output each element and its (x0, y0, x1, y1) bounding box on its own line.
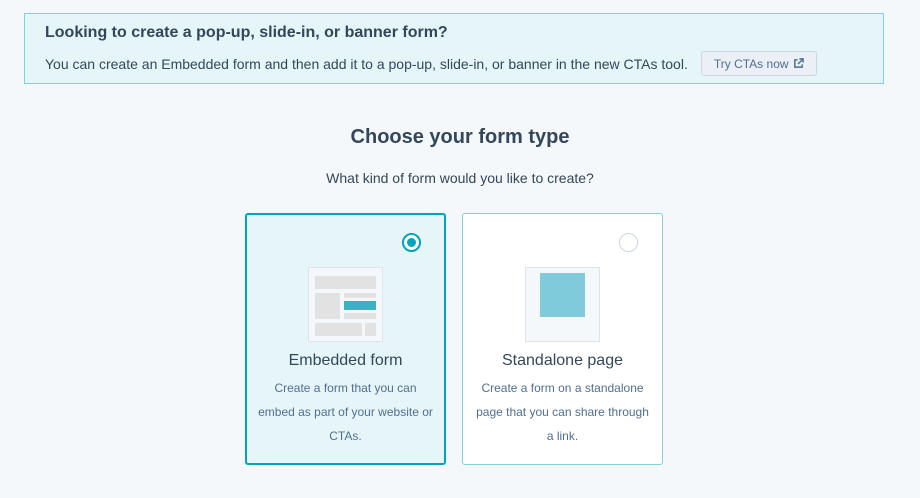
radio-selected-dot (407, 238, 416, 247)
page-subtitle: What kind of form would you like to crea… (326, 170, 594, 186)
standalone-page-option[interactable]: Standalone page Create a form on a stand… (462, 213, 663, 465)
standalone-page-description: Create a form on a standalone page that … (476, 381, 649, 443)
embedded-form-option[interactable]: Embedded form Create a form that you can… (245, 213, 446, 465)
banner-row: You can create an Embedded form and then… (45, 51, 863, 76)
banner-text: You can create an Embedded form and then… (45, 55, 688, 72)
embedded-form-title: Embedded form (288, 352, 403, 369)
embedded-form-radio[interactable] (402, 233, 421, 252)
banner-title: Looking to create a pop-up, slide-in, or… (45, 24, 448, 41)
try-ctas-button[interactable]: Try CTAs now (700, 51, 817, 76)
standalone-page-illustration-icon (525, 267, 600, 342)
embedded-form-description: Create a form that you can embed as part… (258, 381, 433, 443)
cta-info-banner: Looking to create a pop-up, slide-in, or… (24, 13, 884, 84)
page: Looking to create a pop-up, slide-in, or… (0, 0, 920, 498)
page-title: Choose your form type (350, 126, 570, 148)
standalone-page-title: Standalone page (502, 352, 623, 369)
try-ctas-label: Try CTAs now (713, 56, 789, 71)
embedded-form-illustration-icon (308, 267, 383, 342)
external-link-icon (793, 58, 804, 68)
standalone-page-radio[interactable] (619, 233, 638, 252)
